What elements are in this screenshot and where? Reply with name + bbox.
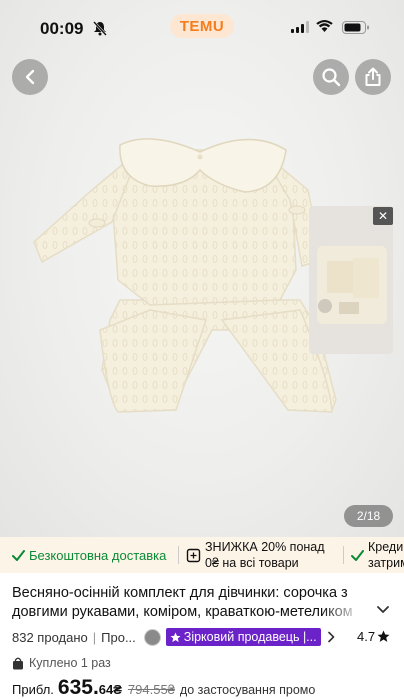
price-prefix: Прибл.: [12, 682, 54, 697]
video-thumbnail[interactable]: [309, 206, 393, 354]
temu-logo-text: TEMU: [179, 17, 225, 35]
free-shipping-promo[interactable]: Безкоштовна доставка: [12, 537, 166, 573]
share-icon: [365, 67, 381, 86]
battery-icon: [342, 21, 369, 34]
price-row: Прибл. 635. 64₴ 794.55₴ до застосування …: [12, 676, 315, 699]
back-button[interactable]: [12, 59, 48, 95]
product-title[interactable]: Весняно-осінній комплект для дівчинки: с…: [12, 584, 367, 622]
search-icon: [322, 68, 341, 87]
price-main: 635.: [57, 676, 99, 699]
wifi-icon: [316, 20, 333, 32]
store-name[interactable]: Про...: [101, 630, 136, 645]
product-meta-row[interactable]: 832 продано | Про... Зірковий продавець …: [12, 627, 335, 647]
promo-strip[interactable]: Безкоштовна доставка ЗНИЖКА 20% понад 0₴…: [0, 537, 404, 573]
star-icon: [377, 630, 390, 642]
discount-line-1: ЗНИЖКА 20% понад: [205, 540, 325, 554]
search-button[interactable]: [313, 59, 349, 95]
shopping-bag-icon: [13, 657, 23, 669]
star-seller-badge[interactable]: Зірковий продавець |...: [165, 628, 321, 646]
rating-value: 4.7: [357, 629, 376, 644]
price-original: 794.55₴: [127, 682, 175, 697]
bought-label: Куплено 1 раз: [29, 656, 111, 670]
thumbnail-outfit-illustration: [309, 206, 393, 354]
free-shipping-label: Безкоштовна доставка: [29, 547, 167, 563]
image-counter-text: 2/18: [356, 509, 381, 523]
check-icon: [12, 549, 25, 561]
bell-off-icon: [93, 21, 107, 36]
meta-divider: |: [92, 629, 97, 645]
promo-divider: [343, 546, 344, 564]
discount-promo[interactable]: ЗНИЖКА 20% понад 0₴ на всі товари: [186, 537, 325, 573]
close-icon: ✕: [377, 209, 389, 223]
promo-divider: [178, 546, 179, 564]
price-note: до застосування промо: [179, 683, 316, 697]
cellular-signal-icon: [291, 21, 309, 33]
status-time: 00:09: [40, 19, 84, 38]
price-cents: 64₴: [98, 682, 122, 697]
purchase-history: Куплено 1 раз: [12, 654, 111, 672]
sold-count: 832 продано: [12, 629, 88, 645]
status-bar: 00:09 TEMU: [0, 0, 404, 54]
coupon-icon: [186, 548, 201, 562]
share-button[interactable]: [355, 59, 391, 95]
seller-avatar[interactable]: [143, 628, 161, 646]
credit-line-1: Креди: [368, 540, 404, 554]
chevron-left-icon: [25, 69, 35, 85]
product-title-line-2: довгими рукавами, коміром, краваткою-мет…: [12, 604, 353, 620]
discount-line-2: 0₴ на всі товари: [205, 556, 299, 570]
thumbnail-close-button[interactable]: ✕: [373, 207, 393, 225]
chevron-down-icon[interactable]: [376, 605, 390, 615]
temu-logo-badge: TEMU: [170, 14, 234, 38]
chevron-right-icon: [327, 631, 334, 643]
credit-promo[interactable]: Креди затримк: [351, 537, 404, 573]
credit-line-2: затримк: [368, 556, 404, 570]
image-counter: 2/18: [344, 505, 393, 527]
product-rating[interactable]: 4.7: [357, 629, 390, 644]
product-title-line-1: Весняно-осінній комплект для дівчинки: с…: [12, 585, 348, 601]
check-icon: [351, 549, 364, 561]
star-seller-label: Зірковий продавець |...: [183, 630, 317, 644]
star-icon: [170, 631, 181, 642]
